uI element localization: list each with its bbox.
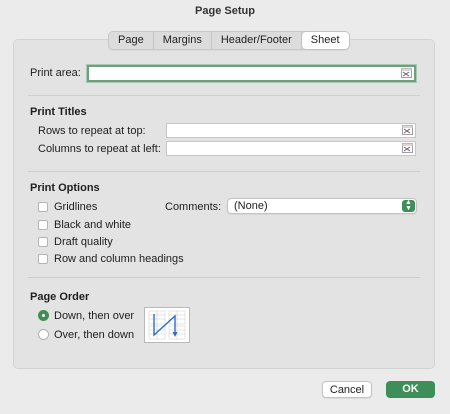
comments-select[interactable]: (None) ▲ ▼ xyxy=(227,198,417,214)
cols-repeat-label: Columns to repeat at left: xyxy=(38,143,161,155)
tab-sheet[interactable]: Sheet xyxy=(301,32,349,49)
gridlines-label: Gridlines xyxy=(54,201,98,213)
range-select-icon[interactable] xyxy=(402,125,413,135)
down-then-over-radio[interactable] xyxy=(38,310,49,321)
page-setup-dialog: Page Setup Print area: Print Titles Rows… xyxy=(0,0,450,414)
draft-quality-checkbox[interactable] xyxy=(38,237,48,247)
page-order-preview-icon xyxy=(144,307,190,343)
down-then-over-label: Down, then over xyxy=(54,310,135,322)
print-area-input[interactable] xyxy=(89,67,396,80)
print-area-field[interactable] xyxy=(87,65,416,82)
print-area-label: Print area: xyxy=(30,67,81,79)
tab-margins[interactable]: Margins xyxy=(154,32,212,49)
over-then-down-label: Over, then down xyxy=(54,329,135,341)
gridlines-checkbox[interactable] xyxy=(38,202,48,212)
over-then-down-radio[interactable] xyxy=(38,329,49,340)
ok-button[interactable]: OK xyxy=(386,381,435,398)
range-select-icon[interactable] xyxy=(401,68,412,78)
print-titles-heading: Print Titles xyxy=(30,106,87,118)
page-order-heading: Page Order xyxy=(30,291,90,303)
rows-repeat-field[interactable] xyxy=(166,123,416,138)
print-options-heading: Print Options xyxy=(30,182,100,194)
rows-repeat-label: Rows to repeat at top: xyxy=(38,125,146,137)
comments-value: (None) xyxy=(234,200,268,212)
row-col-headings-label: Row and column headings xyxy=(54,253,184,265)
black-white-label: Black and white xyxy=(54,219,132,231)
draft-quality-label: Draft quality xyxy=(54,236,113,248)
window-title: Page Setup xyxy=(195,5,255,17)
row-col-headings-checkbox[interactable] xyxy=(38,254,48,264)
comments-label: Comments: xyxy=(165,201,222,213)
rows-repeat-input[interactable] xyxy=(167,124,397,137)
separator xyxy=(28,277,420,278)
tab-bar: Page Margins Header/Footer Sheet xyxy=(108,31,350,50)
cancel-button[interactable]: Cancel xyxy=(322,381,372,398)
cols-repeat-field[interactable] xyxy=(166,141,416,156)
separator xyxy=(28,95,420,96)
tab-header-footer[interactable]: Header/Footer xyxy=(212,32,302,49)
tab-page[interactable]: Page xyxy=(109,32,154,49)
cols-repeat-input[interactable] xyxy=(167,142,397,155)
black-white-checkbox[interactable] xyxy=(38,220,48,230)
chevron-updown-icon: ▲ ▼ xyxy=(402,199,415,212)
sheet-panel: Print area: Print Titles Rows to repeat … xyxy=(13,39,435,369)
separator xyxy=(28,171,420,172)
range-select-icon[interactable] xyxy=(402,143,413,153)
